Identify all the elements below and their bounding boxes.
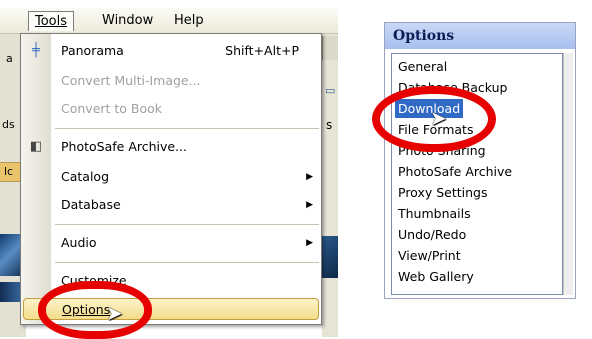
background-photo: [322, 236, 338, 278]
menu-separator: [55, 224, 319, 225]
menu-item-panorama[interactable]: ╪ Panorama Shift+Alt+P: [23, 40, 319, 62]
window-icon: ▭: [325, 84, 336, 97]
options-item-photosafe-archive[interactable]: PhotoSafe Archive: [395, 162, 515, 181]
menu-item-database[interactable]: Database ▶: [23, 194, 319, 216]
submenu-arrow-icon: ▶: [306, 200, 313, 210]
panorama-icon: ╪: [32, 43, 40, 58]
background-text: a: [6, 52, 13, 65]
tools-menu-screenshot: Tools Window Help a ds lc ▭ s ╪ Panorama…: [0, 0, 338, 337]
options-panel: Options General Database Backup Download…: [384, 22, 576, 299]
menu-item-audio[interactable]: Audio ▶: [23, 232, 319, 254]
options-item-thumbnails[interactable]: Thumbnails: [395, 204, 474, 223]
options-category-list[interactable]: General Database Backup Download File Fo…: [391, 53, 563, 295]
options-item-photo-sharing[interactable]: Photo Sharing: [395, 141, 489, 160]
options-title: Options: [385, 23, 575, 49]
background-text: ds: [2, 118, 15, 131]
options-item-web-gallery[interactable]: Web Gallery: [395, 267, 477, 286]
options-item-proxy-settings[interactable]: Proxy Settings: [395, 183, 490, 202]
menu-item-customize[interactable]: Customize: [23, 270, 319, 292]
mouse-cursor-icon: ➤: [430, 106, 447, 130]
menu-item-convert-multi-image: Convert Multi-Image...: [61, 73, 201, 88]
menu-separator: [55, 128, 319, 129]
menu-item-catalog[interactable]: Catalog ▶: [23, 166, 319, 188]
menu-window[interactable]: Window: [96, 11, 159, 31]
background-text: s: [326, 118, 333, 132]
menu-item-convert-to-book: Convert to Book: [61, 101, 163, 116]
menu-bar: Tools Window Help: [0, 8, 338, 34]
menu-item-options[interactable]: Options: [23, 298, 319, 320]
tools-menu: ╪ Panorama Shift+Alt+P Convert Multi-Ima…: [20, 33, 322, 325]
options-item-database-backup[interactable]: Database Backup: [395, 78, 510, 97]
options-item-general[interactable]: General: [395, 57, 450, 76]
mouse-cursor-icon: ➤: [106, 301, 123, 325]
options-item-view-print[interactable]: View/Print: [395, 246, 464, 265]
submenu-arrow-icon: ▶: [306, 238, 313, 248]
submenu-arrow-icon: ▶: [306, 172, 313, 182]
photosafe-icon: ◧: [29, 139, 43, 154]
menu-help[interactable]: Help: [168, 11, 210, 31]
options-scrollbar[interactable]: [563, 53, 573, 295]
options-item-undo-redo[interactable]: Undo/Redo: [395, 225, 469, 244]
menu-item-photosafe-archive[interactable]: ◧ PhotoSafe Archive...: [23, 136, 319, 158]
app-background: [322, 34, 338, 337]
app-tab: [322, 36, 338, 60]
menu-separator: [55, 262, 319, 263]
menu-tools[interactable]: Tools: [28, 11, 75, 31]
